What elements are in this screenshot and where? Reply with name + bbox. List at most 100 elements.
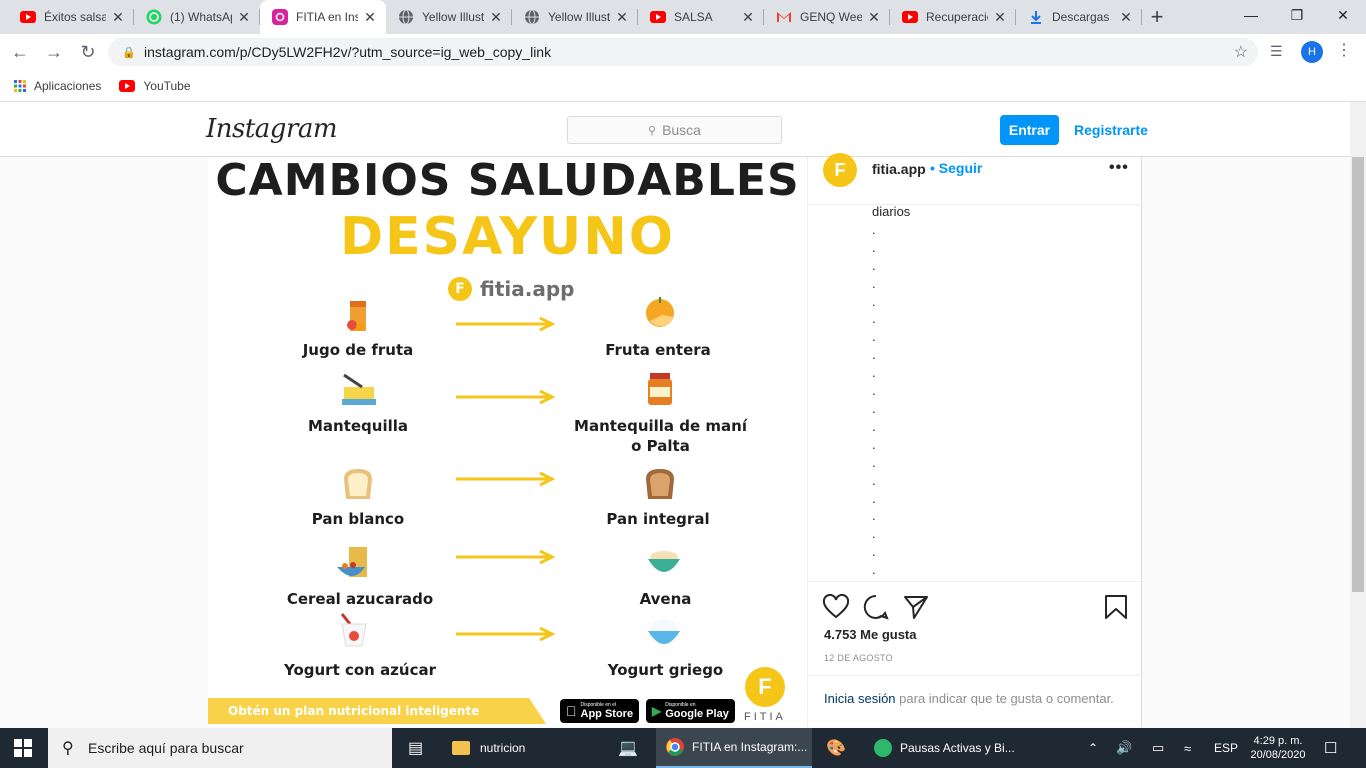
bookmark-star-icon[interactable]: ☆ — [1234, 42, 1248, 62]
bookmark-youtube-label: YouTube — [143, 78, 191, 93]
comment-icon[interactable] — [863, 594, 889, 620]
taskbar-search-icon: ⚲ — [62, 740, 74, 757]
item-to: Mantequilla de maní o Palta — [574, 417, 747, 455]
orange-icon — [646, 297, 674, 327]
close-tab-icon[interactable]: ✕ — [614, 9, 630, 25]
volume-icon[interactable]: 🔊 — [1116, 728, 1132, 768]
tray-chevron-icon[interactable]: ⌃ — [1088, 728, 1098, 768]
post-caption: diarios .................... — [872, 203, 1122, 578]
bookmark-apps-label: Aplicaciones — [34, 78, 102, 93]
post-subtitle: DESAYUNO — [339, 207, 675, 267]
close-tab-icon[interactable]: ✕ — [740, 9, 756, 25]
post-side-panel: F fitia.app • Seguir ••• diarios .......… — [807, 153, 1143, 727]
clock[interactable]: 4:29 p. m. 20/08/2020 — [1248, 728, 1308, 768]
like-heart-icon[interactable] — [823, 594, 849, 620]
post-image[interactable]: CAMBIOS SALUDABLES DESAYUNO F fitia.app … — [208, 157, 807, 727]
item-to: Pan integral — [606, 510, 710, 528]
more-options-icon[interactable]: ••• — [1109, 159, 1129, 177]
tab-list: Éxitos salsa✕(1) WhatsApp✕FITIA en Ins✕Y… — [8, 0, 1142, 34]
youtube-icon — [20, 9, 36, 25]
login-link[interactable]: Inicia sesión — [824, 691, 896, 706]
item-to: Avena — [639, 590, 692, 608]
back-button[interactable]: ← — [6, 38, 34, 66]
instagram-logo[interactable]: Instagram — [206, 114, 338, 144]
folder-icon — [452, 741, 470, 755]
account-avatar[interactable]: F — [823, 153, 857, 187]
taskbar-app-pausas[interactable]: Pausas Activas y Bi... — [874, 728, 1015, 768]
bookmarks-bar: Aplicaciones YouTube — [0, 70, 1366, 102]
like-count[interactable]: 4.753 Me gusta — [824, 627, 917, 642]
address-bar[interactable]: 🔒 instagram.com/p/CDy5LW2FH2v/?utm_sourc… — [108, 38, 1258, 66]
tab[interactable]: Yellow Illust ✕ — [512, 0, 638, 34]
laptop-app-icon[interactable]: 💻 — [618, 728, 638, 768]
windows-start-icon[interactable] — [14, 728, 32, 768]
forward-button[interactable]: → — [40, 38, 68, 66]
profile-avatar[interactable]: H — [1301, 41, 1323, 63]
scrollbar-thumb[interactable] — [1352, 157, 1364, 592]
save-bookmark-icon[interactable] — [1103, 594, 1129, 620]
taskbar-search-input[interactable]: ⚲ Escribe aquí para buscar — [48, 728, 392, 768]
taskbar-app-explorer[interactable]: nutricion — [452, 728, 525, 768]
tab[interactable]: GENQ Weel ✕ — [764, 0, 890, 34]
close-tab-icon[interactable]: ✕ — [1118, 9, 1134, 25]
windows-taskbar: ⚲ Escribe aquí para buscar ▤ nutricion 💻… — [0, 728, 1366, 768]
paint-app-icon[interactable]: 🎨 — [826, 728, 846, 768]
language-indicator[interactable]: ESP — [1214, 728, 1238, 768]
peanut-butter-jar-icon — [648, 373, 672, 405]
follow-button[interactable]: • Seguir — [930, 160, 982, 176]
close-tab-icon[interactable]: ✕ — [866, 9, 882, 25]
caption-dot: . — [872, 418, 876, 434]
youtube-icon — [650, 9, 666, 25]
caption-dot: . — [872, 436, 876, 452]
google-play-badge: ▶ Disponible en Google Play — [646, 699, 735, 723]
register-link[interactable]: Registrarte — [1074, 122, 1148, 138]
share-icon[interactable] — [903, 594, 929, 620]
oat-bowl-icon — [648, 551, 680, 572]
login-button[interactable]: Entrar — [1000, 115, 1059, 145]
battery-icon[interactable]: ▭ — [1152, 728, 1164, 768]
post-brand: F fitia.app — [448, 277, 574, 301]
minimize-button[interactable]: — — [1228, 0, 1274, 30]
caption-dot: . — [872, 562, 876, 578]
close-tab-icon[interactable]: ✕ — [236, 9, 252, 25]
new-tab-button[interactable]: + — [1142, 0, 1172, 34]
reload-button[interactable]: ↻ — [74, 38, 102, 66]
tab[interactable]: Descargas ✕ — [1016, 0, 1142, 34]
close-tab-icon[interactable]: ✕ — [488, 9, 504, 25]
media-control-icon[interactable]: ☰ — [1270, 43, 1283, 60]
bookmark-youtube[interactable]: YouTube — [119, 78, 191, 93]
app-store-label: App Store — [570, 708, 634, 720]
globe-icon — [398, 9, 414, 25]
close-tab-icon[interactable]: ✕ — [362, 9, 378, 25]
notifications-icon[interactable]: ☐ — [1324, 728, 1337, 768]
item-from: Pan blanco — [311, 510, 405, 528]
close-tab-icon[interactable]: ✕ — [110, 9, 126, 25]
close-window-button[interactable]: ✕ — [1320, 0, 1366, 30]
bookmark-apps[interactable]: Aplicaciones — [14, 79, 101, 93]
restore-button[interactable]: ❐ — [1274, 0, 1320, 30]
tab[interactable]: Recuperació ✕ — [890, 0, 1016, 34]
juice-box-icon — [347, 301, 366, 331]
close-tab-icon[interactable]: ✕ — [992, 9, 1008, 25]
caption-dot: . — [872, 400, 876, 416]
browser-toolbar: ← → ↻ 🔒 instagram.com/p/CDy5LW2FH2v/?utm… — [0, 34, 1366, 70]
caption-line: diarios — [872, 204, 911, 219]
wifi-icon[interactable]: ≈ — [1184, 728, 1191, 768]
tab[interactable]: Yellow Illust ✕ — [386, 0, 512, 34]
search-input[interactable]: ⚲ Busca — [567, 116, 782, 144]
tab-title: Recuperació — [926, 10, 988, 24]
task-view-icon[interactable]: ▤ — [408, 728, 423, 768]
taskbar-app-chrome[interactable]: FITIA en Instagram:... — [656, 728, 812, 768]
download-icon — [1028, 9, 1044, 25]
account-username[interactable]: fitia.app — [872, 161, 926, 177]
tab[interactable]: SALSA ✕ — [638, 0, 764, 34]
tab[interactable]: (1) WhatsApp ✕ — [134, 0, 260, 34]
page-scrollbar[interactable] — [1350, 102, 1366, 728]
menu-icon[interactable]: ⋮ — [1336, 40, 1352, 60]
caption-dot: . — [872, 239, 876, 255]
tab[interactable]: FITIA en Ins ✕ — [260, 0, 386, 34]
tab-separator — [1141, 9, 1142, 25]
apple-icon:  — [566, 703, 577, 719]
tab[interactable]: Éxitos salsa ✕ — [8, 0, 134, 34]
tab-title: (1) WhatsApp — [170, 10, 232, 24]
